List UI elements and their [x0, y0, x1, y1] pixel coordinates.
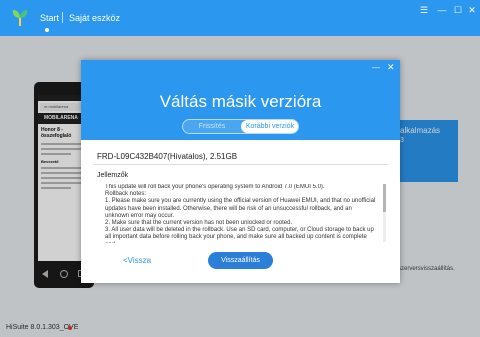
maximize-icon[interactable]: ☐	[452, 4, 464, 16]
dialog-close-icon[interactable]: ✕	[387, 62, 395, 73]
notes-line: Rollback notes:	[105, 191, 147, 198]
back-link[interactable]: <Vissza	[123, 256, 151, 265]
tab-previous-versions[interactable]: Korábbi verziók	[241, 120, 298, 133]
close-icon[interactable]: ✕	[466, 4, 478, 16]
notes-line: 3. All user data will be deleted in the …	[105, 227, 374, 243]
divider	[93, 164, 388, 165]
dialog-header: — ✕ Váltás másik verzióra Frissítés Korá…	[81, 60, 400, 140]
menu-icon[interactable]: ☰	[418, 4, 430, 16]
dialog-title: Váltás másik verzióra	[159, 92, 322, 111]
features-label: Jellemzők	[97, 172, 129, 179]
minimize-icon[interactable]: —	[436, 4, 448, 16]
title-bar: Start Saját eszköz ☰ — ☐ ✕	[0, 0, 480, 36]
notes-line: This update will roll back your phone's …	[105, 184, 325, 190]
nav-separator	[62, 12, 63, 23]
notes-line: 1. Please make sure you are currently us…	[105, 198, 376, 219]
nav-start-tab[interactable]: Start	[40, 13, 59, 23]
version-tabs: Frissítés Korábbi verziók	[182, 119, 299, 134]
notes-line: 2. Make sure that the current version ha…	[105, 220, 293, 227]
notes-scroll-thumb[interactable]	[383, 184, 386, 212]
switch-version-dialog: — ✕ Váltás másik verzióra Frissítés Korá…	[81, 60, 400, 283]
dialog-minimize-icon[interactable]: —	[372, 63, 380, 72]
active-tab-indicator	[45, 28, 49, 32]
tab-upgrade[interactable]: Frissítés	[183, 120, 241, 133]
hisuite-logo-icon	[12, 10, 28, 26]
rollback-button[interactable]: Visszaállítás	[208, 252, 273, 269]
release-notes[interactable]: This update will roll back your phone's …	[105, 184, 377, 243]
nav-my-device-tab[interactable]: Saját eszköz	[69, 13, 120, 23]
version-info: FRD-L09C432B407(Hivatalos), 2.51GB	[97, 152, 238, 161]
